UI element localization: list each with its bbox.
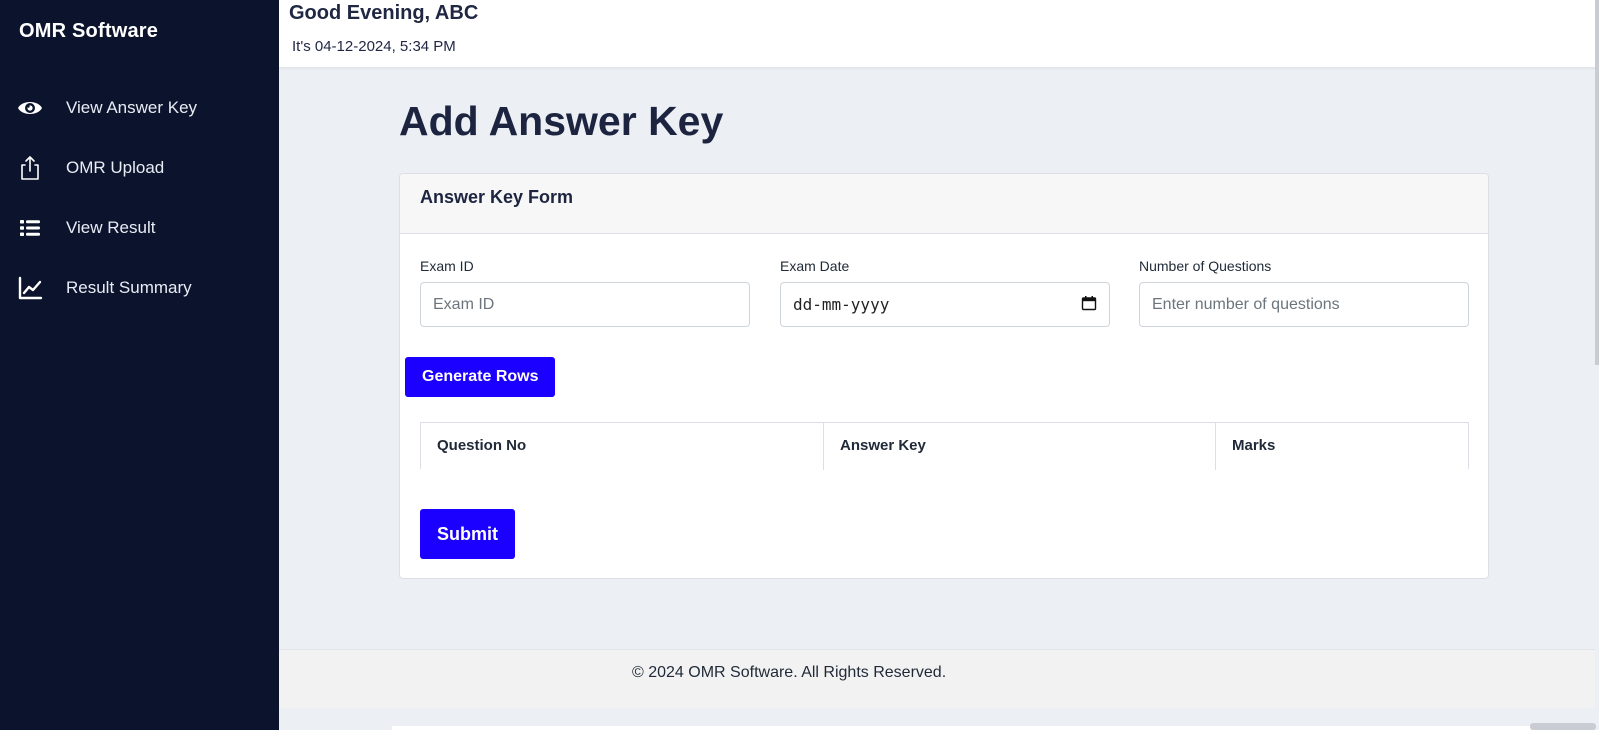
- sidebar-item-label: View Answer Key: [66, 98, 198, 117]
- submit-button[interactable]: Submit: [420, 509, 515, 559]
- list-icon: [16, 214, 44, 242]
- exam-id-placeholder: Exam ID: [433, 295, 495, 313]
- answer-key-form-card: Answer Key Form Exam ID Exam ID Exam Dat…: [399, 173, 1489, 579]
- num-questions-placeholder: Enter number of questions: [1152, 295, 1340, 313]
- num-questions-input[interactable]: Enter number of questions: [1139, 282, 1469, 327]
- top-header: Good Evening, ABC It's 04-12-2024, 5:34 …: [279, 0, 1599, 67]
- num-questions-group: Number of Questions Enter number of ques…: [1139, 258, 1469, 327]
- sidebar: OMR Software View Answer Key OMR Upload …: [0, 0, 279, 730]
- sidebar-item-view-answer-key[interactable]: View Answer Key: [0, 78, 279, 138]
- answer-key-table-header: Question No Answer Key Marks: [420, 422, 1469, 470]
- sidebar-item-label: OMR Upload: [66, 158, 165, 177]
- eye-icon: [16, 94, 44, 122]
- column-header-marks: Marks: [1232, 437, 1276, 454]
- exam-date-group: Exam Date dd-mm-yyyy: [780, 258, 1110, 327]
- sidebar-nav: View Answer Key OMR Upload View Result R…: [0, 78, 279, 318]
- chart-line-icon: [16, 274, 44, 302]
- sidebar-item-label: Result Summary: [66, 278, 192, 297]
- sidebar-item-label: View Result: [66, 218, 156, 237]
- card-title: Answer Key Form: [420, 187, 574, 207]
- sidebar-item-result-summary[interactable]: Result Summary: [0, 258, 279, 318]
- exam-date-label: Exam Date: [780, 258, 850, 274]
- column-header-question-no: Question No: [421, 423, 824, 470]
- exam-date-placeholder: dd-mm-yyyy: [793, 295, 890, 314]
- exam-id-input[interactable]: Exam ID: [420, 282, 750, 327]
- sidebar-item-view-result[interactable]: View Result: [0, 198, 279, 258]
- num-questions-label: Number of Questions: [1139, 258, 1272, 274]
- brand-title: OMR Software: [19, 20, 159, 42]
- card-header: Answer Key Form: [400, 174, 1488, 234]
- vertical-scrollbar[interactable]: [1595, 0, 1599, 365]
- upload-icon: [16, 154, 44, 182]
- horizontal-scrollbar[interactable]: [1530, 723, 1596, 730]
- exam-date-input[interactable]: dd-mm-yyyy: [780, 282, 1110, 327]
- datetime-text: It's 04-12-2024, 5:34 PM: [292, 38, 456, 55]
- sidebar-item-omr-upload[interactable]: OMR Upload: [0, 138, 279, 198]
- footer: © 2024 OMR Software. All Rights Reserved…: [279, 649, 1595, 708]
- column-header-answer-key: Answer Key: [824, 423, 1216, 470]
- calendar-icon[interactable]: [1081, 295, 1097, 315]
- bottom-strip: [392, 726, 1592, 730]
- greeting-text: Good Evening, ABC: [289, 2, 479, 24]
- exam-id-label: Exam ID: [420, 258, 474, 274]
- footer-copyright: © 2024 OMR Software. All Rights Reserved…: [632, 664, 947, 681]
- exam-id-group: Exam ID Exam ID: [420, 258, 750, 327]
- page-title: Add Answer Key: [399, 98, 724, 144]
- generate-rows-button[interactable]: Generate Rows: [405, 357, 556, 397]
